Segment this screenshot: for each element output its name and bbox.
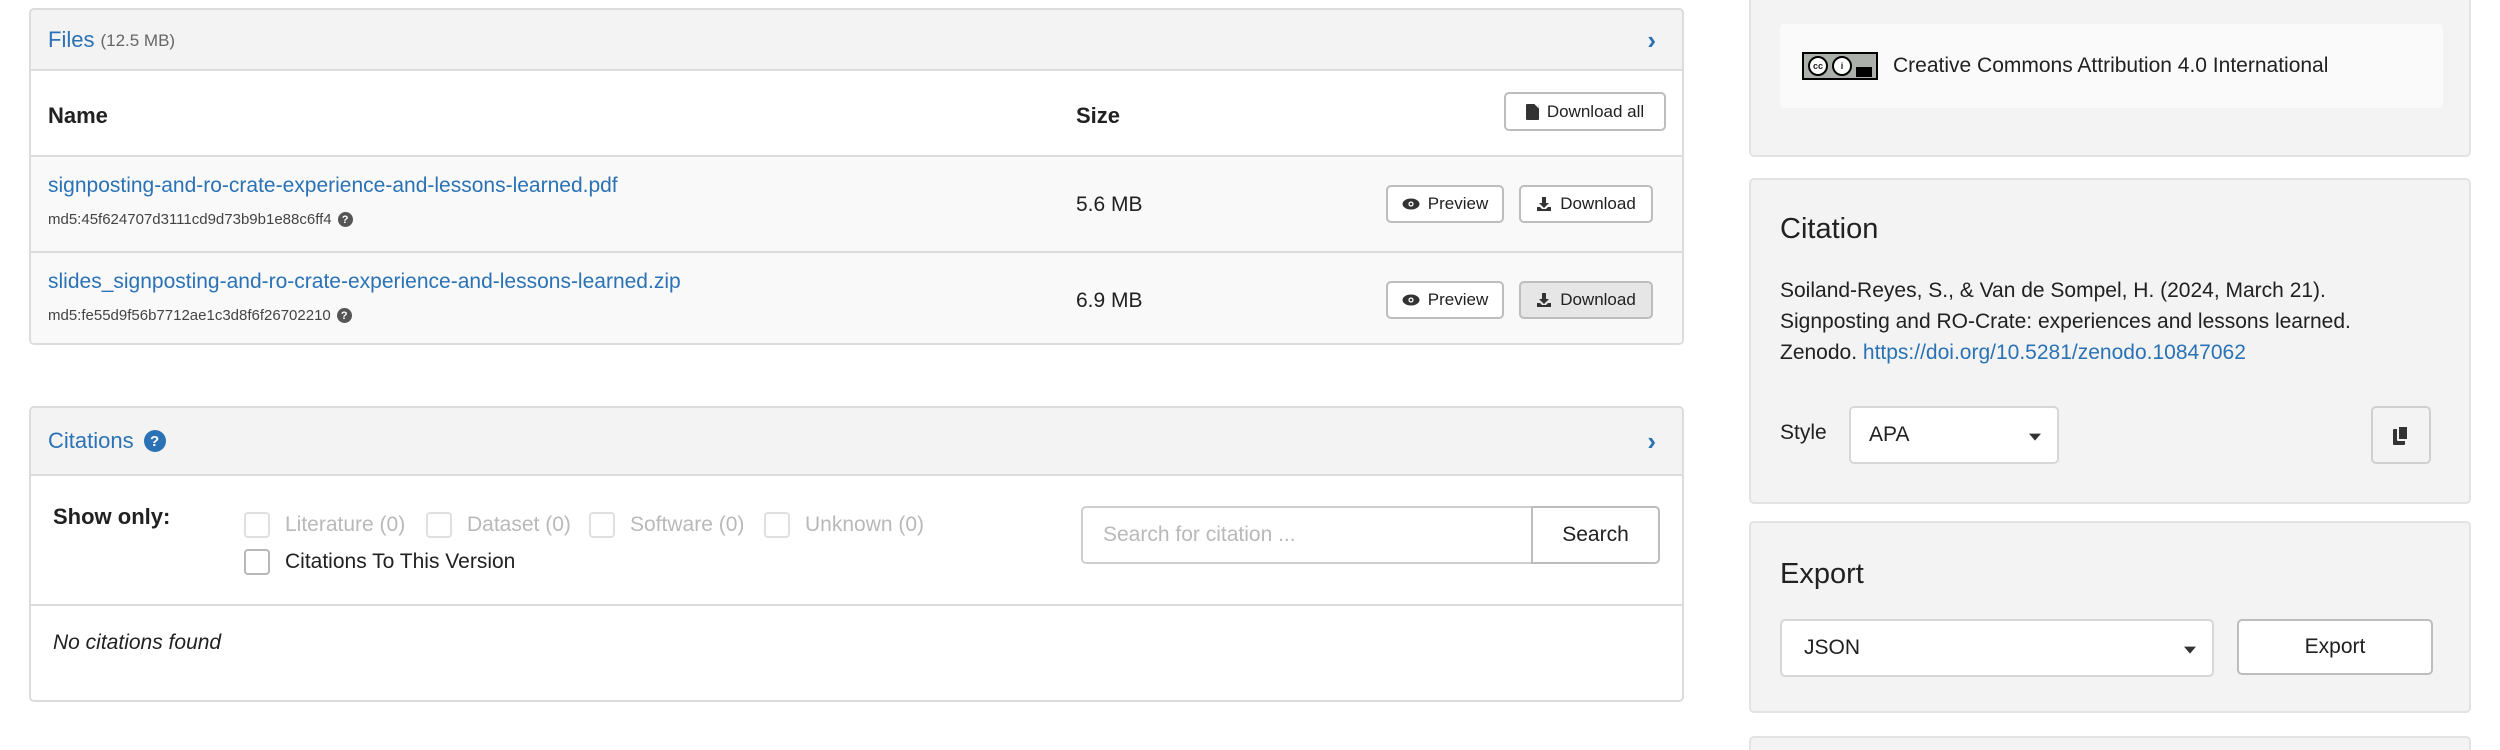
file-checksum: md5:fe55d9f56b7712ae1c3d8f6f26702210 ? xyxy=(48,307,352,324)
export-format-select[interactable]: JSON xyxy=(1780,619,2214,677)
empty-message: No citations found xyxy=(53,631,222,654)
download-all-label: Download all xyxy=(1546,101,1645,121)
column-header-name: Name xyxy=(48,103,108,128)
citation-card: Citation Soiland-Reyes, S., & Van de Som… xyxy=(1749,178,2471,504)
checkbox xyxy=(426,512,452,538)
cc-icon: cc xyxy=(1808,56,1828,76)
download-icon xyxy=(1537,197,1552,211)
checkbox[interactable] xyxy=(244,549,270,575)
doi-link[interactable]: https://doi.org/10.5281/zenodo.10847062 xyxy=(1863,341,2246,364)
preview-label: Preview xyxy=(1427,290,1489,309)
citations-result: No citations found xyxy=(31,606,1682,700)
export-format-value: JSON xyxy=(1804,636,1861,659)
style-label: Style xyxy=(1780,421,1827,444)
file-size: 5.6 MB xyxy=(1076,193,1143,216)
export-card: Export JSON Export xyxy=(1749,521,2471,713)
filter-unknown: Unknown (0) xyxy=(764,512,924,538)
filter-software: Software (0) xyxy=(589,512,744,538)
export-title: Export xyxy=(1780,558,1864,590)
copy-button[interactable] xyxy=(2371,406,2431,464)
filter-literature: Literature (0) xyxy=(244,512,405,538)
download-icon xyxy=(1537,293,1552,307)
checkbox xyxy=(589,512,615,538)
badge-bar xyxy=(1856,67,1872,77)
citation-line: Signposting and RO-Crate: experiences an… xyxy=(1780,310,2351,333)
files-header[interactable]: Files (12.5 MB) › xyxy=(31,10,1682,71)
preview-button[interactable]: Preview xyxy=(1386,281,1504,319)
license-row[interactable]: cc i Creative Commons Attribution 4.0 In… xyxy=(1780,24,2443,108)
show-only-label: Show only: xyxy=(53,504,171,529)
checksum-text: md5:45f624707d3111cd9d73b9b1e88c6ff4 xyxy=(48,211,332,228)
files-total-size: (12.5 MB) xyxy=(100,31,176,50)
filter-label: Unknown (0) xyxy=(805,513,925,536)
download-button[interactable]: Download xyxy=(1519,185,1653,223)
citations-panel: Citations ? › Show only: Literature (0) … xyxy=(29,406,1684,702)
citation-title: Citation xyxy=(1780,213,1879,245)
checkbox xyxy=(764,512,790,538)
question-circle-icon[interactable]: ? xyxy=(143,430,166,452)
citation-search-input[interactable] xyxy=(1081,506,1531,564)
column-header-size: Size xyxy=(1076,103,1121,128)
filter-label: Literature (0) xyxy=(285,513,406,536)
eye-icon xyxy=(1402,294,1420,306)
caret-down-icon xyxy=(2029,433,2041,441)
file-size: 6.9 MB xyxy=(1076,289,1143,312)
attribution-icon: i xyxy=(1832,56,1852,76)
citation-publisher: Zenodo. xyxy=(1780,341,1858,364)
license-name[interactable]: Creative Commons Attribution 4.0 Interna… xyxy=(1893,54,2328,78)
filter-dataset: Dataset (0) xyxy=(426,512,571,538)
question-circle-icon[interactable]: ? xyxy=(337,212,353,227)
table-row: slides_signposting-and-ro-crate-experien… xyxy=(31,253,1682,343)
cc-by-license-icon: cc i xyxy=(1802,52,1878,80)
chevron-right-icon[interactable]: › xyxy=(1647,27,1656,53)
caret-down-icon xyxy=(2184,646,2196,654)
citation-line: Soiland-Reyes, S., & Van de Sompel, H. (… xyxy=(1780,279,2326,302)
checkbox xyxy=(244,512,270,538)
license-card: cc i Creative Commons Attribution 4.0 In… xyxy=(1749,0,2471,157)
filter-this-version[interactable]: Citations To This Version xyxy=(244,549,515,575)
citation-search: Search xyxy=(1081,506,1660,564)
table-row: signposting-and-ro-crate-experience-and-… xyxy=(31,157,1682,253)
download-label: Download xyxy=(1560,290,1636,309)
filter-label: Software (0) xyxy=(630,513,745,536)
eye-icon xyxy=(1402,198,1420,210)
preview-button[interactable]: Preview xyxy=(1386,185,1504,223)
citation-style-select[interactable]: APA xyxy=(1849,406,2059,464)
download-button[interactable]: Download xyxy=(1519,281,1653,319)
copy-icon xyxy=(2393,425,2409,445)
citation-line: Zenodo. https://doi.org/10.5281/zenodo.1… xyxy=(1780,337,2420,368)
filter-label: Dataset (0) xyxy=(467,513,571,536)
file-checksum: md5:45f624707d3111cd9d73b9b1e88c6ff4 ? xyxy=(48,211,353,228)
file-link[interactable]: signposting-and-ro-crate-experience-and-… xyxy=(48,174,618,198)
files-table-header: Name Size Download all xyxy=(31,71,1682,157)
citations-header[interactable]: Citations ? › xyxy=(31,408,1682,476)
filter-label: Citations To This Version xyxy=(285,550,516,573)
citation-filters: Show only: Literature (0) Dataset (0) So… xyxy=(31,476,1682,606)
download-all-button[interactable]: Download all xyxy=(1504,92,1666,131)
preview-label: Preview xyxy=(1427,194,1489,213)
files-panel: Files (12.5 MB) › Name Size Download all… xyxy=(29,8,1684,345)
citations-title[interactable]: Citations xyxy=(48,428,134,454)
file-archive-icon xyxy=(1525,103,1539,120)
file-link[interactable]: slides_signposting-and-ro-crate-experien… xyxy=(48,270,681,294)
style-value: APA xyxy=(1869,423,1910,446)
citation-text: Soiland-Reyes, S., & Van de Sompel, H. (… xyxy=(1780,275,2420,368)
question-circle-icon[interactable]: ? xyxy=(336,308,352,323)
next-card xyxy=(1749,736,2471,750)
chevron-right-icon[interactable]: › xyxy=(1647,428,1656,454)
download-label: Download xyxy=(1560,194,1636,213)
search-button[interactable]: Search xyxy=(1531,506,1660,564)
files-title[interactable]: Files xyxy=(48,27,94,53)
checksum-text: md5:fe55d9f56b7712ae1c3d8f6f26702210 xyxy=(48,307,331,324)
export-button[interactable]: Export xyxy=(2237,619,2433,675)
